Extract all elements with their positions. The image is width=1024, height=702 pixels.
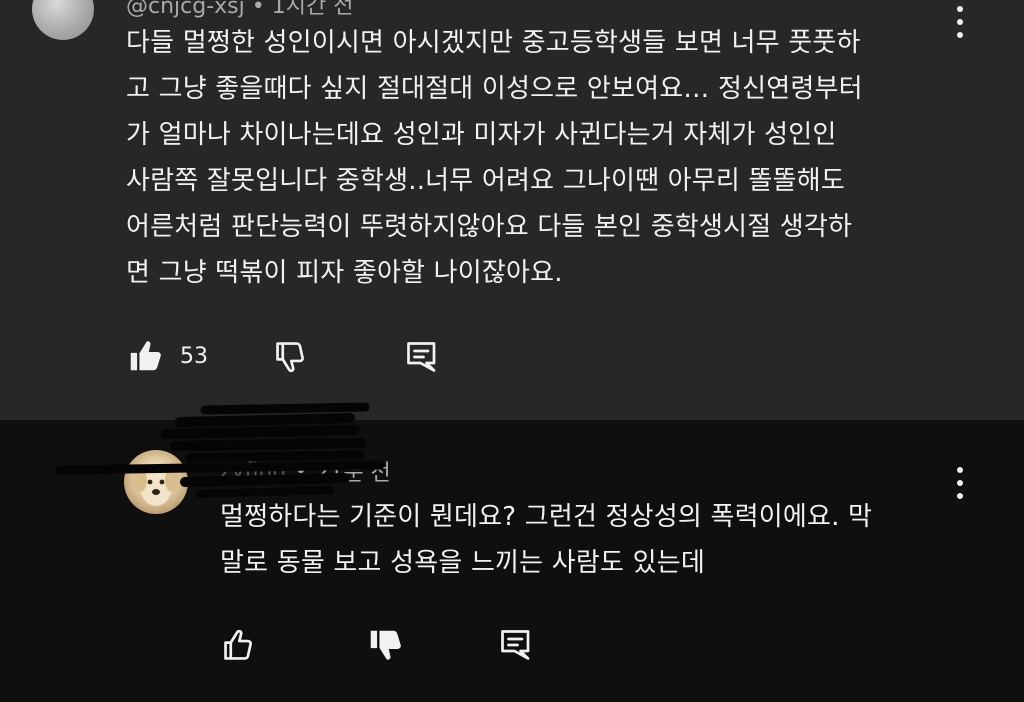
reply-timestamp: 21분 전 xyxy=(315,461,391,486)
reply-comment-icon xyxy=(407,342,436,372)
comment-line: 멀쩡하다는 기준이 뭔데요? 그런건 정상성의 폭력이에요. 막 xyxy=(220,502,873,532)
separator-dot: • xyxy=(294,458,308,484)
reply-comment-icon xyxy=(501,630,530,660)
thumbs-up-icon xyxy=(130,341,161,371)
like-count: 53 xyxy=(180,343,208,369)
comment-line: 말로 동물 보고 성욕을 느끼는 사람도 있는데 xyxy=(220,548,705,578)
avatar[interactable] xyxy=(124,450,188,514)
comment-line: 면 그냥 떡볶이 피자 좋아할 나이잖아요. xyxy=(126,258,563,288)
thumbs-up-icon xyxy=(224,629,252,660)
thumbs-down-icon xyxy=(370,630,401,660)
author-handle[interactable]: zyfjng xyxy=(220,459,286,484)
dog-avatar-icon xyxy=(133,466,179,506)
comment-timestamp: 1시간 전 xyxy=(271,0,354,19)
reply-button[interactable] xyxy=(404,338,440,376)
more-vertical-icon[interactable] xyxy=(950,463,970,503)
dislike-button[interactable] xyxy=(366,626,404,664)
reply-header: zyfjng • 21분 전 xyxy=(220,455,391,487)
dislike-button[interactable] xyxy=(272,338,310,376)
more-vertical-icon[interactable] xyxy=(950,2,970,42)
like-button[interactable]: 53 xyxy=(126,337,208,375)
comment-line: 가 얼마나 차이나는데요 성인과 미자가 사귄다는거 자체가 성인인 xyxy=(126,120,837,150)
comment-header: @cnjcg-xsj • 1시간 전 xyxy=(126,0,353,20)
comment-line: 사람쪽 잘못입니다 중학생..너무 어려요 그나이땐 아무리 똘똘해도 xyxy=(126,166,845,196)
thumbs-down-icon xyxy=(276,342,304,373)
separator-dot: • xyxy=(251,0,265,19)
comment-line: 다들 멀쩡한 성인이시면 아시겠지만 중고등학생들 보면 너무 풋풋하 xyxy=(126,28,861,58)
reply-button[interactable] xyxy=(498,626,534,664)
author-handle[interactable]: @cnjcg-xsj xyxy=(126,0,245,19)
comments-page: @cnjcg-xsj • 1시간 전 다들 멀쩡한 성인이시면 아시겠지만 중고… xyxy=(0,0,1024,702)
like-button[interactable] xyxy=(220,626,258,664)
comment-line: 어른처럼 판단능력이 뚜렷하지않아요 다들 본인 중학생시절 생각하 xyxy=(126,212,853,242)
comment-line: 고 그냥 좋을때다 싶지 절대절대 이성으로 안보여요… 정신연령부터 xyxy=(126,74,863,104)
comment-body: 다들 멀쩡한 성인이시면 아시겠지만 중고등학생들 보면 너무 풋풋하 고 그냥… xyxy=(126,20,863,296)
reply-body: 멀쩡하다는 기준이 뭔데요? 그런건 정상성의 폭력이에요. 막 말로 동물 보… xyxy=(220,494,872,586)
